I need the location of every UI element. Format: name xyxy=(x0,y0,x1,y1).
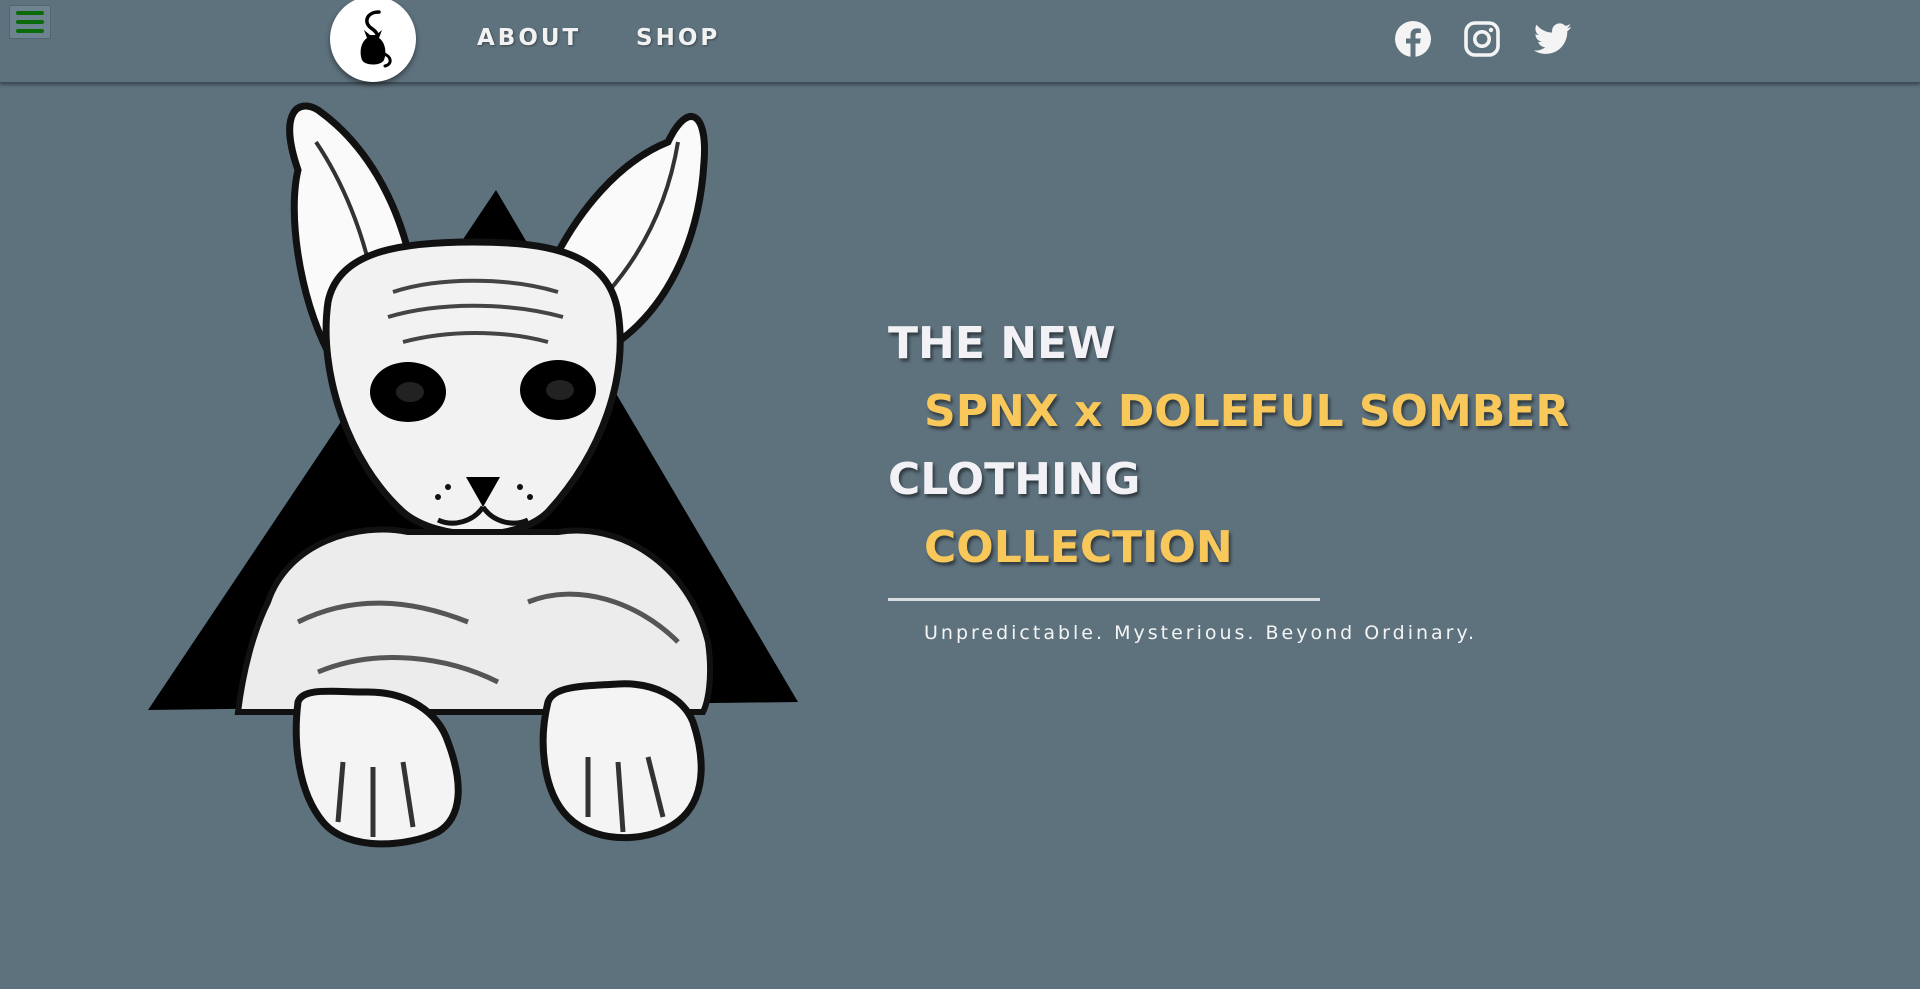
facebook-icon xyxy=(1395,21,1431,57)
headline-line-2: SPNX x DOLEFUL SOMBER xyxy=(924,386,1570,437)
menu-bar xyxy=(16,11,44,15)
sphynx-cat-logo-icon xyxy=(360,10,392,68)
nav-about-link[interactable]: ABOUT xyxy=(477,25,581,51)
nav-shop-link[interactable]: SHOP xyxy=(636,25,720,51)
headline-divider xyxy=(888,598,1320,601)
instagram-link[interactable] xyxy=(1463,20,1501,58)
hamburger-menu-icon[interactable] xyxy=(9,5,51,39)
site-header: ABOUT SHOP xyxy=(0,0,1920,83)
headline-line-1: THE NEW xyxy=(888,318,1116,369)
twitter-icon xyxy=(1534,23,1572,54)
headline-line-3: CLOTHING xyxy=(888,454,1141,505)
twitter-link[interactable] xyxy=(1534,20,1572,58)
sphynx-cat-triangle-illustration xyxy=(148,102,798,848)
menu-bar xyxy=(16,20,44,24)
menu-bar xyxy=(16,29,44,33)
headline-line-4: COLLECTION xyxy=(924,522,1233,573)
page: ABOUT SHOP THE NEW SPNX x DOLEFUL SOMBER… xyxy=(0,0,1920,989)
hero-headline: THE NEW SPNX x DOLEFUL SOMBER CLOTHING C… xyxy=(888,310,1569,582)
home-logo-link[interactable] xyxy=(330,0,416,82)
instagram-icon xyxy=(1464,21,1500,57)
hero-tagline: Unpredictable. Mysterious. Beyond Ordina… xyxy=(924,622,1478,644)
facebook-link[interactable] xyxy=(1394,20,1432,58)
